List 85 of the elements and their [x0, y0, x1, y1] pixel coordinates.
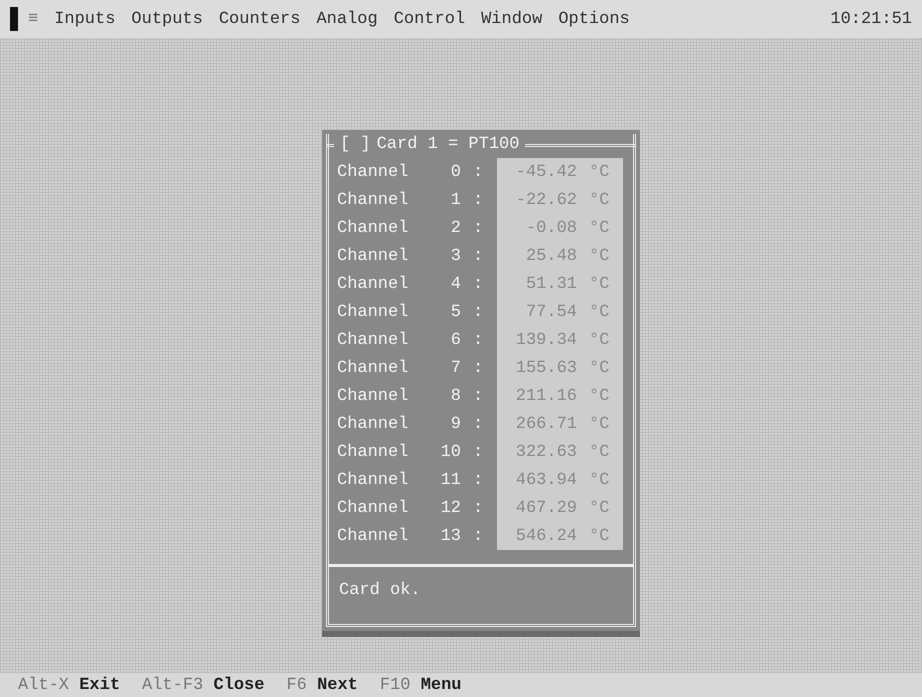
temperature-value: 25.48 — [524, 246, 577, 266]
channel-number: 13 — [440, 526, 461, 546]
channel-number: 1 — [450, 190, 461, 210]
channel-label: Channel — [337, 330, 410, 350]
temperature-value: -0.08 — [524, 218, 577, 238]
menu-item[interactable]: Analog — [316, 10, 378, 28]
channel-label: Channel — [337, 302, 410, 322]
temperature-value: 467.29 — [514, 498, 577, 518]
separator: : — [473, 358, 484, 378]
temperature-value: -45.42 — [514, 162, 577, 182]
temperature-value: -22.62 — [514, 190, 577, 210]
separator: : — [473, 498, 484, 518]
clock: 10:21:51 — [830, 10, 912, 28]
shortcut-item[interactable]: Alt-X Exit — [18, 676, 120, 694]
channel-label: Channel — [337, 274, 410, 294]
unit-label: °C — [589, 470, 610, 490]
menu-item[interactable]: Control — [394, 10, 466, 28]
channel-number: 3 — [450, 246, 461, 266]
menu-item[interactable]: Options — [558, 10, 630, 28]
separator: : — [473, 442, 484, 462]
channel-number: 6 — [450, 330, 461, 350]
temperature-value: 463.94 — [514, 470, 577, 490]
separator: : — [473, 274, 484, 294]
temperature-value: 266.71 — [514, 414, 577, 434]
unit-label: °C — [589, 498, 610, 518]
channel-label: Channel — [337, 246, 410, 266]
channel-number: 4 — [450, 274, 461, 294]
unit-label: °C — [589, 302, 610, 322]
channel-label: Channel — [337, 414, 410, 434]
shortcut-item[interactable]: Alt-F3 Close — [142, 676, 264, 694]
separator: : — [473, 414, 484, 434]
channel-label: Channel — [337, 358, 410, 378]
channel-number: 0 — [450, 162, 461, 182]
channel-number: 5 — [450, 302, 461, 322]
temperature-value: 155.63 — [514, 358, 577, 378]
unit-label: °C — [589, 162, 610, 182]
unit-label: °C — [589, 218, 610, 238]
separator: : — [473, 246, 484, 266]
separator: : — [473, 302, 484, 322]
menu-item[interactable]: Inputs — [54, 10, 116, 28]
channel-label: Channel — [337, 190, 410, 210]
temperature-value: 77.54 — [524, 302, 577, 322]
unit-label: °C — [589, 274, 610, 294]
channel-number: 10 — [440, 442, 461, 462]
channel-label: Channel — [337, 218, 410, 238]
shortcut-item[interactable]: F6 Next — [286, 676, 358, 694]
channel-number: 2 — [450, 218, 461, 238]
unit-label: °C — [589, 414, 610, 434]
window-title: Card 1 = PT100 — [376, 135, 520, 155]
separator: : — [473, 162, 484, 182]
unit-label: °C — [589, 330, 610, 350]
shortcut-item[interactable]: F10 Menu — [380, 676, 462, 694]
channel-label: Channel — [337, 442, 410, 462]
separator: : — [473, 470, 484, 490]
temperature-value: 211.16 — [514, 386, 577, 406]
unit-label: °C — [589, 442, 610, 462]
unit-label: °C — [589, 526, 610, 546]
channel-label: Channel — [337, 162, 410, 182]
menu-item[interactable]: Outputs — [131, 10, 203, 28]
channel-number: 9 — [450, 414, 461, 434]
channel-number: 7 — [450, 358, 461, 378]
separator: : — [473, 330, 484, 350]
channel-label: Channel — [337, 526, 410, 546]
cursor-block — [10, 7, 18, 31]
menu-item[interactable]: Counters — [218, 10, 300, 28]
temperature-value: 51.31 — [524, 274, 577, 294]
unit-label: °C — [589, 386, 610, 406]
unit-label: °C — [589, 190, 610, 210]
channel-number: 12 — [440, 498, 461, 518]
temperature-value: 546.24 — [514, 526, 577, 546]
separator: : — [473, 218, 484, 238]
channel-label: Channel — [337, 386, 410, 406]
channel-number: 11 — [440, 470, 461, 490]
unit-label: °C — [589, 246, 610, 266]
menu-item[interactable]: Window — [481, 10, 542, 28]
separator: : — [473, 526, 484, 546]
separator: : — [473, 190, 484, 210]
unit-label: °C — [589, 358, 610, 378]
channel-number: 8 — [450, 386, 461, 406]
temperature-value: 322.63 — [514, 442, 577, 462]
channel-label: Channel — [337, 498, 410, 518]
temperature-value: 139.34 — [514, 330, 577, 350]
channel-label: Channel — [337, 470, 410, 490]
status-message: Card ok. — [329, 564, 633, 618]
separator: : — [473, 386, 484, 406]
